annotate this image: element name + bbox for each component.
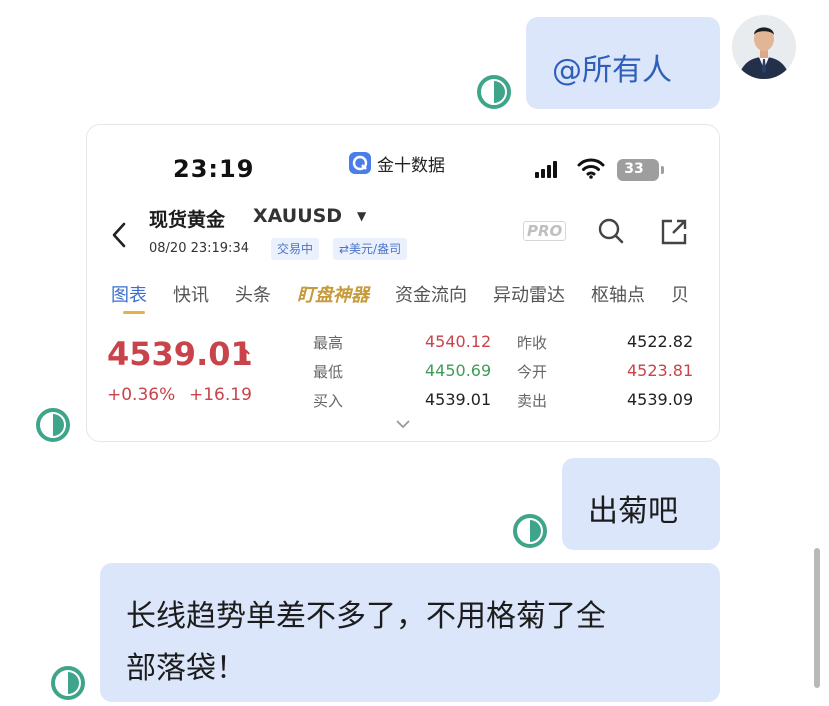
currency-unit-badge: ⇄美元/盎司 [333, 238, 408, 260]
active-tab-indicator [123, 311, 145, 314]
low-label: 最低 [313, 363, 344, 381]
shared-screenshot-card[interactable]: 23:19 金十数据 33 现货黄金 XAUUSD ▼ 08/20 23:19:… [86, 124, 720, 442]
app-label: 金十数据 [349, 151, 445, 176]
expand-chevron-icon[interactable] [395, 419, 411, 429]
user-portrait-icon [732, 15, 796, 79]
trading-status-badge: 交易中 [271, 238, 320, 260]
tab-headlines[interactable]: 头条 [235, 281, 271, 307]
message-bubble-at-all[interactable]: @所有人 [526, 17, 720, 109]
message-text: 出菊吧 [588, 494, 678, 529]
tab-fund-flow[interactable]: 资金流向 [395, 281, 467, 307]
avatar[interactable] [732, 15, 796, 79]
instrument-title: 现货黄金 [149, 209, 226, 231]
quote-datetime: 08/20 23:19:34 [149, 241, 249, 256]
message-text: @所有人 [552, 53, 672, 88]
change-percent: +0.36% [107, 385, 176, 405]
sell-value: 4539.09 [627, 390, 694, 409]
search-icon[interactable] [597, 217, 625, 245]
up-arrow-icon: ↑ [237, 345, 254, 369]
change-absolute: +16.19 [189, 385, 252, 405]
tab-more[interactable]: 贝 [671, 281, 689, 307]
buy-label: 买入 [313, 392, 344, 410]
chevron-left-icon[interactable] [109, 221, 129, 249]
battery-level: 33 [624, 161, 644, 177]
tab-bar: 图表 快讯 头条 盯盘神器 资金流向 异动雷达 枢轴点 贝 [111, 281, 715, 307]
tab-pivot[interactable]: 枢轴点 [591, 281, 645, 307]
wifi-icon [577, 158, 605, 179]
read-status-icon [51, 666, 85, 700]
high-label: 最高 [313, 334, 344, 352]
scrollbar[interactable] [814, 548, 820, 688]
high-value: 4540.12 [425, 332, 492, 351]
read-status-icon [477, 75, 511, 109]
caret-down-icon[interactable]: ▼ [357, 209, 366, 223]
open-value: 4523.81 [627, 361, 694, 380]
instrument-symbol[interactable]: XAUUSD [253, 205, 342, 227]
sell-label: 卖出 [517, 392, 548, 410]
share-icon[interactable] [659, 217, 689, 247]
tab-watch-tool[interactable]: 盯盘神器 [297, 281, 369, 307]
message-text-line-2: 部落袋！ [126, 651, 246, 686]
tab-radar[interactable]: 异动雷达 [493, 281, 565, 307]
message-bubble-long[interactable]: 长线趋势单差不多了，不用格菊了全 部落袋！ [100, 563, 720, 702]
low-value: 4450.69 [425, 361, 492, 380]
tab-chart[interactable]: 图表 [111, 281, 147, 307]
pro-badge[interactable]: PRO [523, 221, 567, 241]
message-bubble-chu-ju[interactable]: 出菊吧 [562, 458, 720, 550]
app-name: 金十数据 [377, 155, 445, 176]
message-text-line-1: 长线趋势单差不多了，不用格菊了全 [126, 599, 606, 634]
prev-close-value: 4522.82 [627, 332, 694, 351]
prev-close-label: 昨收 [517, 334, 548, 352]
battery-icon: 33 [617, 159, 659, 181]
status-time: 23:19 [173, 155, 255, 183]
read-status-icon [513, 514, 547, 548]
tab-flash[interactable]: 快讯 [173, 281, 209, 307]
app-logo-icon [349, 152, 371, 174]
open-label: 今开 [517, 363, 548, 381]
read-status-icon [36, 408, 70, 442]
current-price: 4539.01 [107, 335, 253, 373]
battery-tip [661, 166, 664, 174]
buy-value: 4539.01 [425, 390, 492, 409]
signal-icon [535, 161, 557, 178]
